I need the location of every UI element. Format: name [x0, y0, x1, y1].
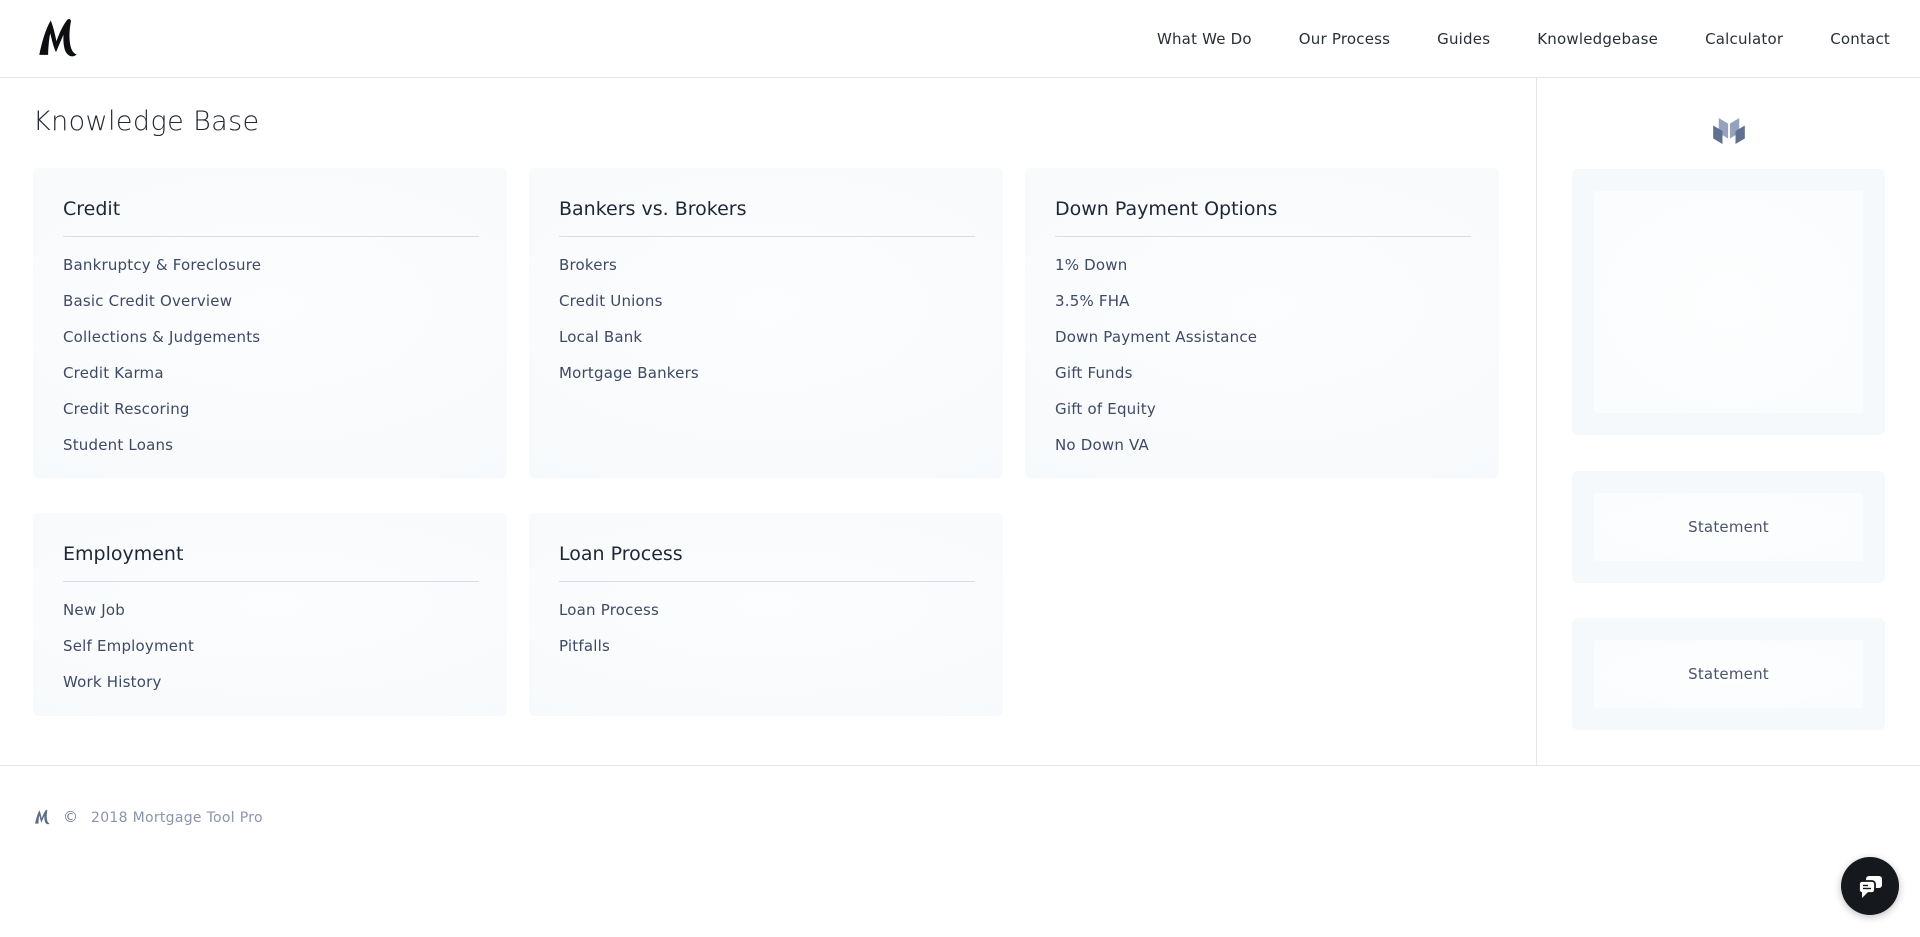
article-link[interactable]: Credit Unions: [559, 283, 975, 319]
chat-bubbles-icon: [1858, 876, 1882, 898]
article-link[interactable]: Local Bank: [559, 319, 975, 355]
knowledgebase-main: Knowledge Base Credit Bankruptcy & Forec…: [0, 78, 1537, 765]
sidebar-card-label: Statement: [1594, 640, 1863, 708]
footer: © 2018 Mortgage Tool Pro: [0, 766, 1920, 936]
article-link[interactable]: Collections & Judgements: [63, 319, 479, 355]
category-divider: [63, 581, 479, 582]
category-card: Down Payment Options 1% Down 3.5% FHA Do…: [1025, 168, 1499, 478]
sidebar-card-label: Statement: [1594, 493, 1863, 562]
article-link[interactable]: Student Loans: [63, 427, 479, 463]
category-title: Bankers vs. Brokers: [559, 198, 747, 220]
article-link[interactable]: Credit Rescoring: [63, 391, 479, 427]
main-nav: What We Do Our Process Guides Knowledgeb…: [1157, 30, 1890, 48]
article-link[interactable]: Pitfalls: [559, 628, 975, 664]
nav-link-knowledgebase[interactable]: Knowledgebase: [1537, 30, 1658, 48]
sidebar-card[interactable]: Statement: [1572, 618, 1885, 730]
category-card: Credit Bankruptcy & Foreclosure Basic Cr…: [33, 168, 507, 478]
category-link-list: 1% Down 3.5% FHA Down Payment Assistance…: [1055, 247, 1471, 463]
category-title: Loan Process: [559, 543, 683, 565]
article-link[interactable]: Basic Credit Overview: [63, 283, 479, 319]
header: What We Do Our Process Guides Knowledgeb…: [0, 0, 1920, 78]
page-title: Knowledge Base: [33, 106, 260, 137]
article-link[interactable]: 1% Down: [1055, 247, 1471, 283]
footer-m-monogram-icon: [35, 809, 50, 825]
footer-copyright-text: 2018 Mortgage Tool Pro: [91, 809, 263, 826]
nav-link-what-we-do[interactable]: What We Do: [1157, 30, 1252, 48]
sidebar-card[interactable]: [1572, 168, 1885, 436]
category-divider: [1055, 236, 1471, 237]
nav-link-our-process[interactable]: Our Process: [1299, 30, 1390, 48]
category-divider: [63, 236, 479, 237]
category-divider: [559, 581, 975, 582]
sidebar-card[interactable]: Statement: [1572, 471, 1885, 584]
article-link[interactable]: Loan Process: [559, 592, 975, 628]
category-title: Employment: [63, 543, 184, 565]
brand-logo-link[interactable]: [34, 15, 78, 63]
article-link[interactable]: Work History: [63, 664, 479, 700]
category-link-list: Bankruptcy & Foreclosure Basic Credit Ov…: [63, 247, 479, 463]
sidebar: Statement Statement: [1537, 78, 1920, 765]
article-link[interactable]: Gift of Equity: [1055, 391, 1471, 427]
m-monogram-logo-icon: [39, 18, 77, 56]
article-link[interactable]: Brokers: [559, 247, 975, 283]
article-link[interactable]: 3.5% FHA: [1055, 283, 1471, 319]
open-book-icon: [1712, 118, 1745, 145]
sidebar-card-label: [1594, 190, 1863, 414]
category-card: Loan Process Loan Process Pitfalls: [529, 513, 1003, 716]
nav-link-guides[interactable]: Guides: [1437, 30, 1490, 48]
copyright-symbol: ©: [63, 808, 78, 826]
chat-launcher-button[interactable]: [1841, 857, 1899, 915]
nav-link-calculator[interactable]: Calculator: [1705, 30, 1783, 48]
nav-link-contact[interactable]: Contact: [1830, 30, 1890, 48]
category-link-list: New Job Self Employment Work History: [63, 592, 479, 700]
article-link[interactable]: No Down VA: [1055, 427, 1471, 463]
article-link[interactable]: New Job: [63, 592, 479, 628]
article-link[interactable]: Down Payment Assistance: [1055, 319, 1471, 355]
category-link-list: Brokers Credit Unions Local Bank Mortgag…: [559, 247, 975, 391]
category-card-grid: Credit Bankruptcy & Foreclosure Basic Cr…: [33, 168, 1503, 716]
article-link[interactable]: Bankruptcy & Foreclosure: [63, 247, 479, 283]
category-divider: [559, 236, 975, 237]
article-link[interactable]: Credit Karma: [63, 355, 479, 391]
article-link[interactable]: Self Employment: [63, 628, 479, 664]
content-area: Knowledge Base Credit Bankruptcy & Forec…: [0, 78, 1920, 766]
category-title: Down Payment Options: [1055, 198, 1278, 220]
category-card: Bankers vs. Brokers Brokers Credit Union…: [529, 168, 1003, 478]
article-link[interactable]: Mortgage Bankers: [559, 355, 975, 391]
category-title: Credit: [63, 198, 121, 220]
article-link[interactable]: Gift Funds: [1055, 355, 1471, 391]
category-link-list: Loan Process Pitfalls: [559, 592, 975, 664]
category-card: Employment New Job Self Employment Work …: [33, 513, 507, 716]
